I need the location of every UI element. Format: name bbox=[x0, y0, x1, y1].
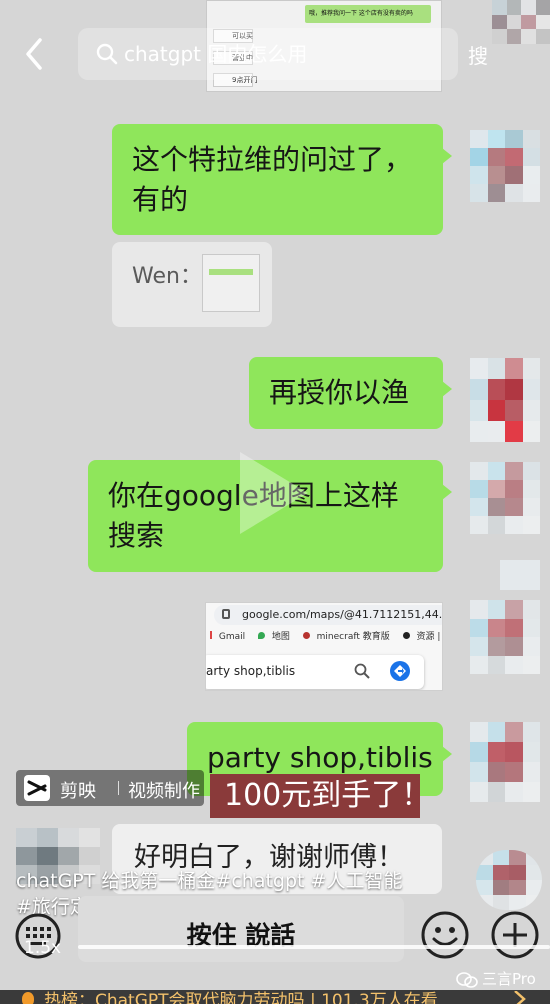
search-button[interactable]: 搜 bbox=[468, 40, 488, 69]
avatar-top-right bbox=[492, 0, 550, 44]
avatar bbox=[476, 850, 542, 910]
message-bubble: 这个特拉维的问过了， 有的 bbox=[112, 124, 452, 235]
browser-url-text: google.com/maps/@41.7112151,44.6156456 bbox=[242, 608, 443, 621]
hot-list-text: 热榜：ChatGPT会取代脑力劳动吗 | 101.3万人在看 bbox=[44, 991, 438, 1004]
hot-list-ticker[interactable]: 热榜：ChatGPT会取代脑力劳动吗 | 101.3万人在看 bbox=[0, 990, 550, 1004]
directions-icon bbox=[390, 661, 410, 681]
maps-screenshot-image[interactable]: google.com/maps/@41.7112151,44.6156456 G… bbox=[205, 602, 443, 691]
avatar bbox=[470, 600, 540, 674]
message-text: party shop,tiblis bbox=[207, 741, 433, 774]
capcut-logo-icon bbox=[24, 775, 50, 801]
capcut-brand: 剪映 bbox=[60, 781, 96, 802]
video-progress-bar[interactable] bbox=[78, 945, 550, 949]
capcut-label: 视频制作 bbox=[128, 781, 200, 802]
capcut-divider bbox=[118, 781, 119, 795]
fire-icon bbox=[22, 992, 34, 1004]
caption-banner-text: 100元到手了！ bbox=[224, 778, 432, 813]
message-bubble: 再授你以渔 bbox=[249, 357, 452, 429]
avatar bbox=[470, 722, 540, 802]
maps-search-icon bbox=[354, 663, 370, 683]
search-icon bbox=[96, 43, 118, 69]
message-text: 有的 bbox=[132, 183, 189, 216]
playback-speed[interactable]: 1.5x bbox=[24, 938, 61, 958]
message-text: 再授你以渔 bbox=[269, 376, 410, 409]
emoji-icon[interactable] bbox=[420, 910, 470, 960]
hold-to-talk-button[interactable]: 按住 說話 bbox=[78, 896, 404, 962]
avatar bbox=[470, 358, 540, 442]
minecraft-icon bbox=[302, 632, 310, 639]
capcut-badge: 剪映 视频制作 bbox=[16, 770, 204, 806]
play-icon[interactable] bbox=[232, 448, 312, 538]
forwarded-sender-label: Wen： bbox=[132, 264, 202, 289]
caption-banner: 100元到手了！ bbox=[210, 774, 431, 818]
gmail-icon bbox=[210, 631, 216, 639]
github-icon bbox=[402, 632, 410, 639]
bookmark-gmail: Gmail bbox=[218, 632, 246, 642]
maps-search-box: arty shop,tiblis bbox=[206, 655, 424, 689]
chevron-right-icon bbox=[512, 990, 528, 1004]
search-input[interactable]: chatgpt 国内怎么用 bbox=[124, 40, 307, 68]
lock-icon bbox=[222, 609, 230, 619]
avatar bbox=[470, 130, 540, 202]
bookmark-resources: 资源 | Mine bbox=[416, 632, 442, 642]
bookmarks-bar: Gmail 地图 minecraft 教育版 资源 | Mine bbox=[206, 629, 442, 645]
back-arrow-icon[interactable] bbox=[18, 34, 50, 74]
plus-icon[interactable] bbox=[490, 910, 540, 960]
search-bar[interactable]: chatgpt 国内怎么用 bbox=[78, 28, 458, 80]
pixel-fragment bbox=[500, 560, 540, 590]
forwarded-message-bubble: Wen： bbox=[112, 242, 272, 327]
avatar bbox=[470, 462, 540, 534]
bookmark-minecraft: minecraft 教育版 bbox=[316, 632, 390, 642]
forwarded-image-thumbnail[interactable] bbox=[202, 254, 260, 312]
message-text: 这个特拉维的问过了， bbox=[132, 143, 413, 176]
maps-search-value: arty shop,tiblis bbox=[206, 664, 296, 678]
watermark-text: 三言Pro bbox=[482, 970, 536, 988]
maps-pin-icon bbox=[258, 632, 266, 639]
browser-url-bar: google.com/maps/@41.7112151,44.6156456 bbox=[214, 605, 443, 625]
top-thumb-green-bubble: 哦，推荐我问一下 这个店有没有卖的吗 bbox=[305, 5, 431, 23]
bookmark-maps: 地图 bbox=[271, 632, 290, 642]
